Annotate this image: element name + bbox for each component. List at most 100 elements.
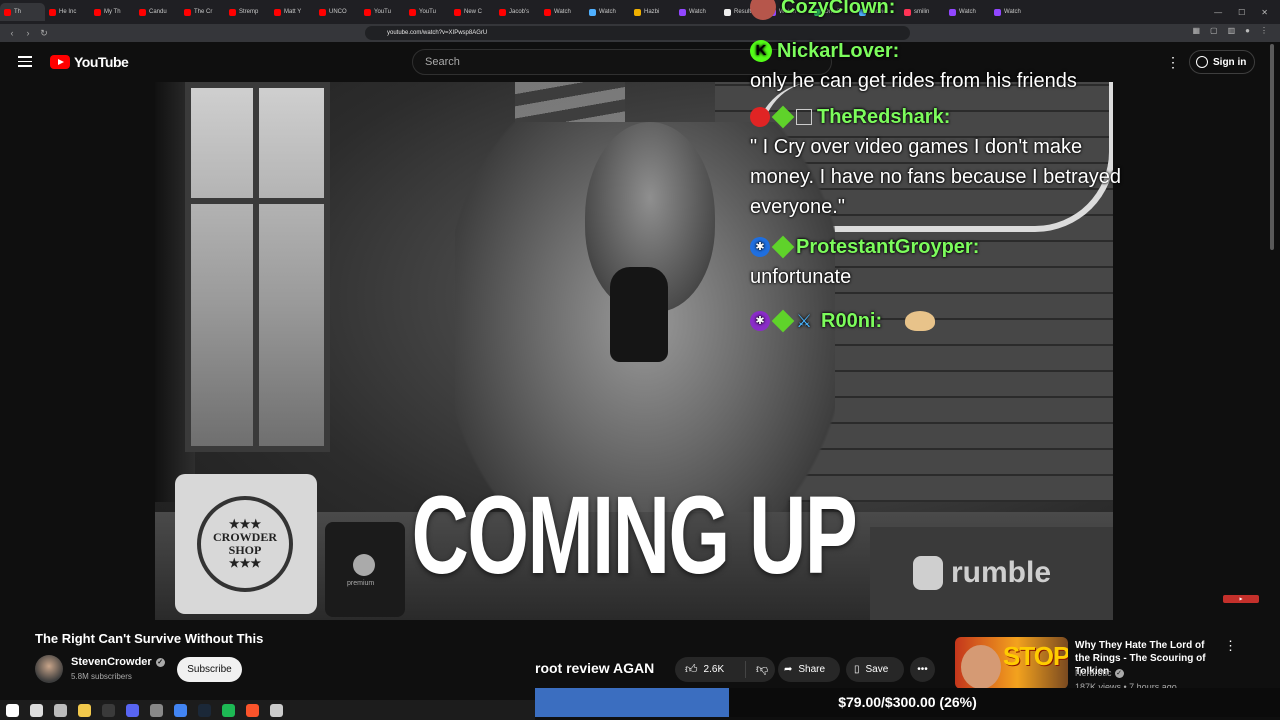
tab-label: Watch: [599, 9, 616, 15]
url-text: youtube.com/watch?v=XIPwsp8AGrU: [387, 30, 488, 36]
spotify-icon[interactable]: [222, 703, 235, 717]
save-label: Save: [865, 664, 889, 675]
page-scrollbar[interactable]: [1270, 44, 1274, 250]
browser-tab[interactable]: Stremp: [225, 3, 270, 21]
tab-label: Th: [14, 9, 22, 15]
stream-chat-overlay: CozyClown: K NickarLover: only he can ge…: [750, 0, 1130, 336]
file-explorer-icon[interactable]: [78, 703, 91, 717]
channel-avatar[interactable]: [35, 655, 63, 683]
verified-icon: ✓: [155, 657, 165, 667]
browser-tab[interactable]: Watch: [585, 3, 630, 21]
tab-favicon-icon: [634, 8, 641, 16]
tab-label: UNCO: [329, 9, 347, 15]
share-label: Share: [798, 664, 826, 675]
brave-icon[interactable]: [246, 703, 259, 717]
maximize-icon[interactable]: ☐: [1238, 8, 1245, 17]
browser-tab[interactable]: Candu: [135, 3, 180, 21]
browser-tab[interactable]: YouTu: [405, 3, 450, 21]
tab-favicon-icon: [319, 8, 326, 16]
forward-icon[interactable]: ›: [24, 28, 32, 38]
like-dislike-group: 👍︎ 2.6K 👎︎: [675, 657, 775, 682]
dislike-button[interactable]: 👎︎: [746, 662, 768, 677]
tab-label: YouTu: [374, 9, 391, 15]
chat-text: " I Cry over video games I don't make mo…: [750, 136, 1121, 218]
browser-tab[interactable]: New C: [450, 3, 495, 21]
channel-name-text: StevenCrowder: [71, 656, 152, 668]
recommended-channel[interactable]: Nerdrotic ✓: [1075, 668, 1124, 678]
logo-text: YouTube: [74, 54, 129, 70]
pokeball-badge-icon: [750, 107, 770, 127]
tab-favicon-icon: [589, 8, 596, 16]
save-button[interactable]: ▯ Save: [846, 657, 904, 682]
sign-in-button[interactable]: Sign in: [1189, 50, 1255, 74]
recommended-menu-icon[interactable]: ⋮: [1224, 638, 1237, 654]
channel-name[interactable]: StevenCrowder ✓: [71, 656, 165, 668]
browser-tab[interactable]: Th: [0, 3, 45, 21]
account-icon: [1196, 56, 1208, 68]
tab-label: Jacob's: [509, 9, 530, 15]
app-icon-2[interactable]: [270, 703, 283, 717]
more-actions-button[interactable]: •••: [910, 657, 935, 682]
recommended-thumbnail[interactable]: STOP!: [955, 637, 1068, 689]
tab-favicon-icon: [184, 8, 191, 16]
subscribe-watermark-icon[interactable]: ▶: [1223, 595, 1259, 603]
chat-username: CozyClown:: [781, 0, 896, 18]
like-button[interactable]: 👍︎ 2.6K: [675, 661, 746, 678]
tab-favicon-icon: [679, 8, 686, 16]
donation-goal-text: $79.00/$300.00 (26%): [838, 694, 977, 710]
thumbs-down-icon: 👎︎: [756, 662, 769, 676]
thumbnail-text: STOP!: [1003, 641, 1068, 671]
microphone: [610, 267, 668, 362]
verified-icon: ✓: [1114, 668, 1124, 678]
subscribe-button[interactable]: Subscribe: [177, 657, 242, 682]
browser-tab[interactable]: Matt Y: [270, 3, 315, 21]
bookmark-icon: ▯: [854, 664, 860, 675]
close-icon[interactable]: ✕: [1261, 8, 1268, 17]
share-button[interactable]: ➦ Share: [778, 657, 840, 682]
menu-icon[interactable]: ⋮: [1260, 26, 1268, 35]
hamburger-menu-icon[interactable]: [18, 56, 32, 67]
video-title: The Right Can't Survive Without This: [35, 631, 264, 646]
window-controls: — ☐ ✕: [1214, 0, 1280, 24]
extension-icon[interactable]: ▢: [1210, 26, 1218, 35]
back-icon[interactable]: ‹: [8, 28, 16, 38]
browser-tab[interactable]: Jacob's: [495, 3, 540, 21]
obs-icon[interactable]: [102, 703, 115, 717]
recommended-channel-text: Nerdrotic: [1075, 668, 1112, 678]
settings-kebab-icon[interactable]: ⋮: [1166, 55, 1180, 69]
task-view-icon[interactable]: [54, 703, 67, 717]
tab-label: Candu: [149, 9, 167, 15]
browser-tab[interactable]: Watch: [675, 3, 720, 21]
reload-icon[interactable]: ↻: [40, 28, 48, 39]
browser-tab[interactable]: The Cr: [180, 3, 225, 21]
app-icon[interactable]: [150, 703, 163, 717]
search-placeholder: Search: [425, 56, 460, 68]
windows-icon[interactable]: [6, 703, 19, 717]
chrome-icon[interactable]: [174, 703, 187, 717]
youtube-logo[interactable]: YouTube: [50, 54, 129, 70]
tab-favicon-icon: [724, 8, 731, 16]
browser-tab[interactable]: Watch: [540, 3, 585, 21]
browser-tab[interactable]: UNCO: [315, 3, 360, 21]
tab-label: YouTu: [419, 9, 436, 15]
tab-favicon-icon: [454, 8, 461, 16]
tab-label: Hazbi: [644, 9, 660, 15]
sidebar-icon[interactable]: ▥: [1228, 26, 1236, 35]
browser-tab[interactable]: YouTu: [360, 3, 405, 21]
browser-tab[interactable]: Hazbi: [630, 3, 675, 21]
stream-title-overlay: root review AGAN: [535, 660, 655, 676]
profile-icon[interactable]: ●: [1245, 26, 1250, 35]
extension-icons: ▦ ▢ ▥ ● ⋮: [1192, 26, 1268, 35]
discord-icon[interactable]: [126, 703, 139, 717]
extension-icon[interactable]: ▦: [1192, 26, 1200, 35]
tab-label: Watch: [689, 9, 706, 15]
browser-tab[interactable]: My Th: [90, 3, 135, 21]
more-icon: •••: [917, 664, 928, 675]
steam-icon[interactable]: [198, 703, 211, 717]
minimize-icon[interactable]: —: [1214, 8, 1222, 17]
purple-badge-icon: ✱: [750, 311, 770, 331]
subscriber-badge-icon: [771, 235, 795, 259]
browser-tab[interactable]: He Inc: [45, 3, 90, 21]
kick-badge-icon: K: [750, 40, 772, 62]
search-icon[interactable]: [30, 703, 43, 717]
